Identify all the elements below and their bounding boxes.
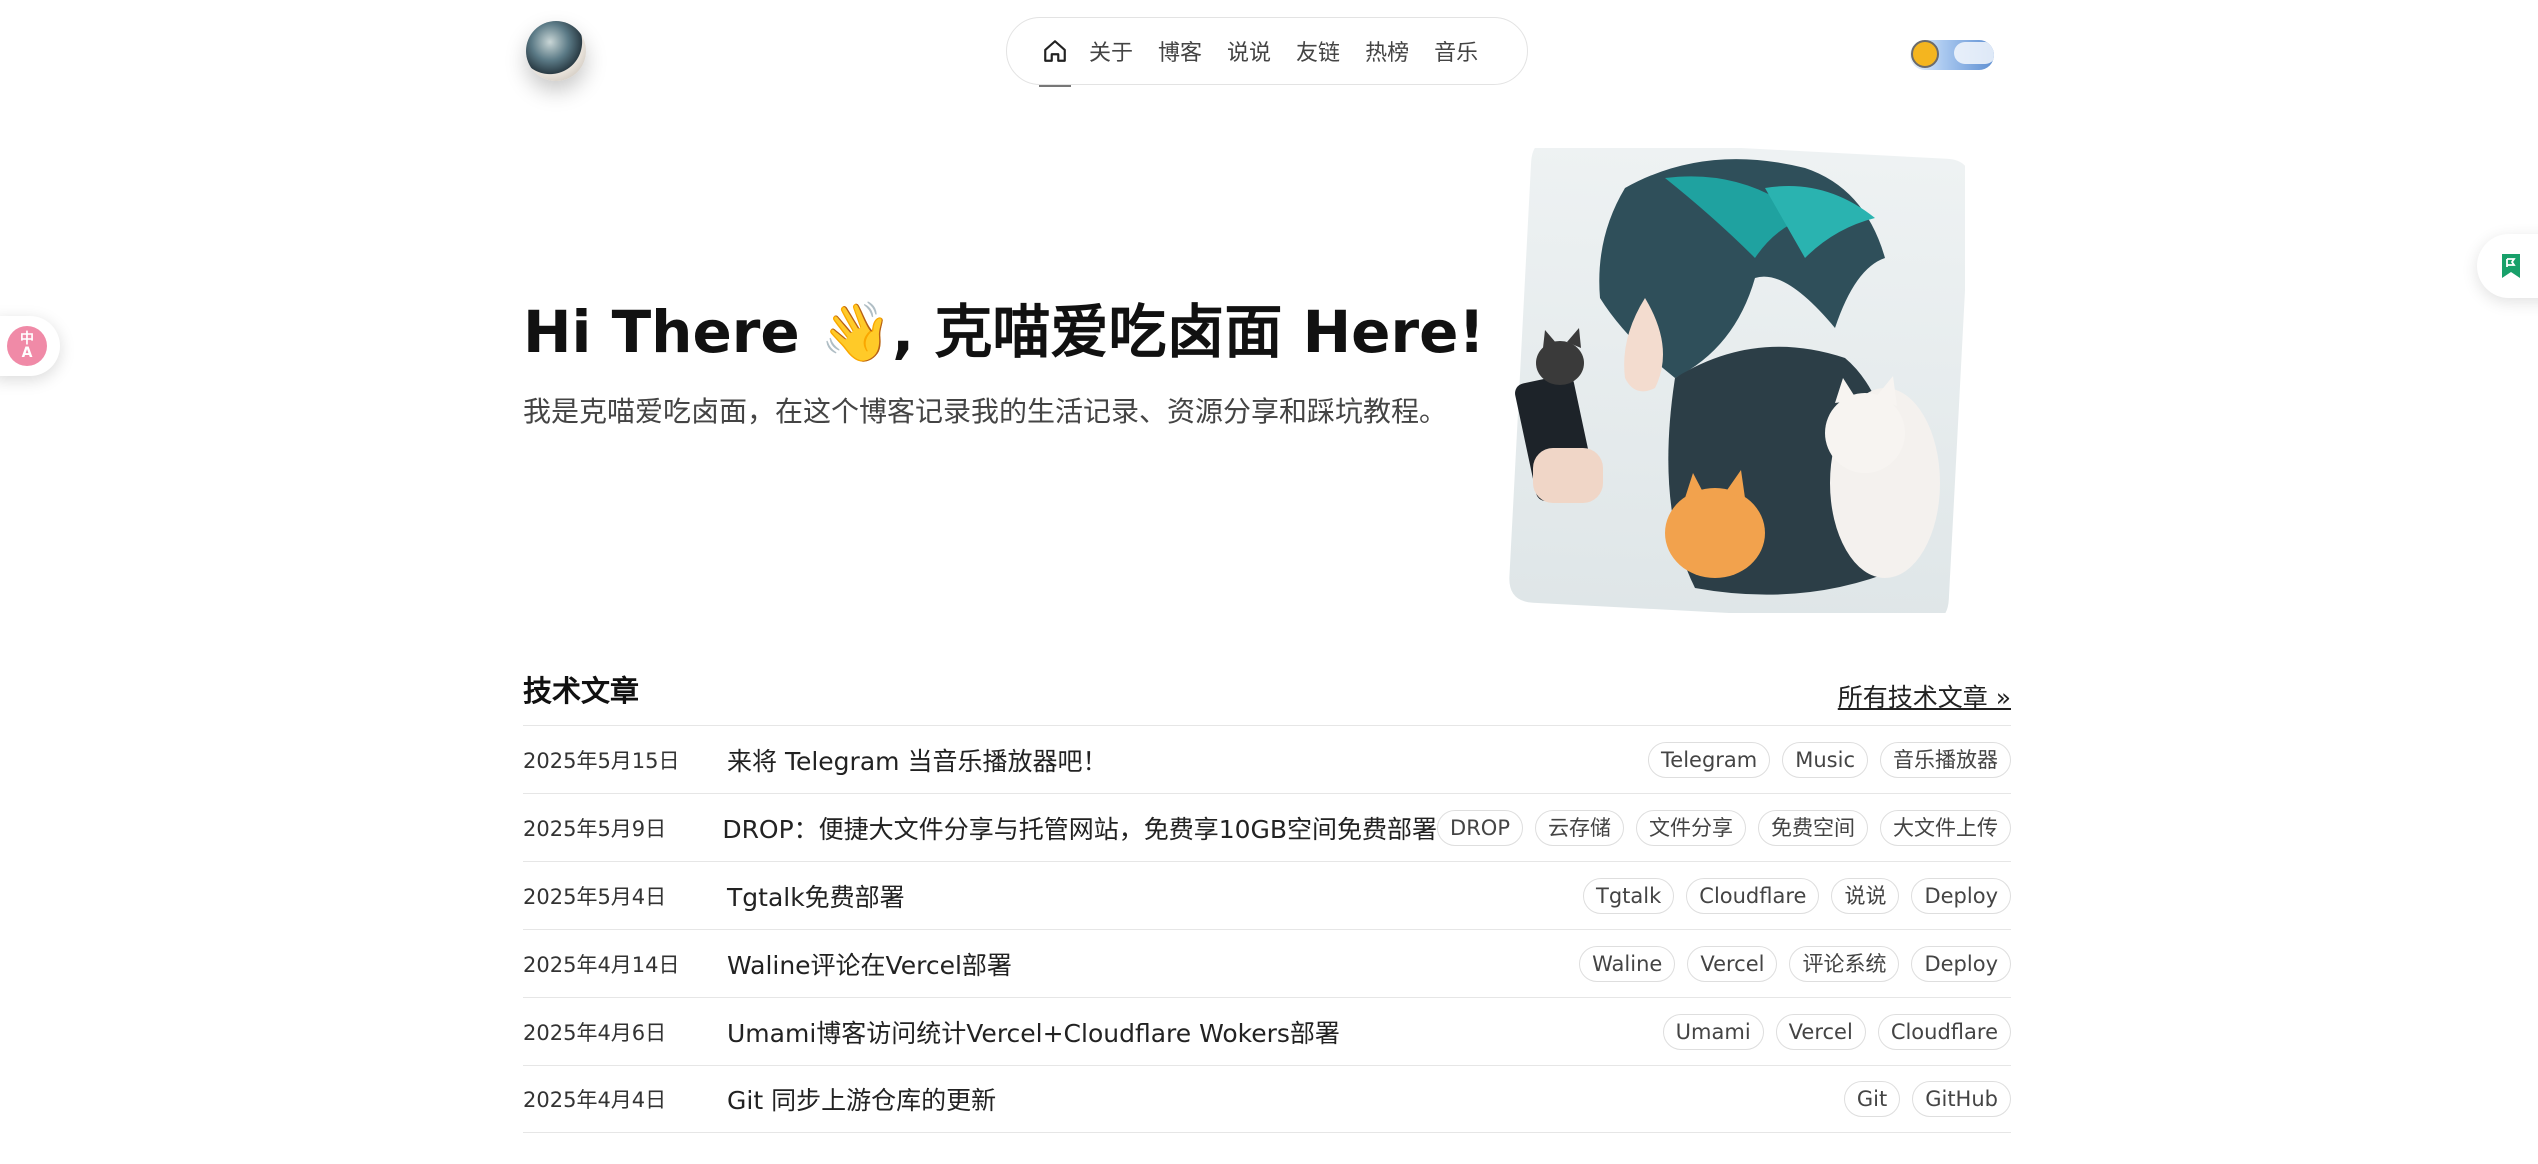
sun-icon [1911,40,1939,68]
article-title[interactable]: Tgtalk免费部署 [727,878,1583,914]
article-tags: Waline Vercel 评论系统 Deploy [1579,945,2011,982]
all-articles-link[interactable]: 所有技术文章 » [1838,678,2011,714]
site-avatar[interactable] [526,21,586,81]
article-title[interactable]: Umami博客访问统计Vercel+Cloudflare Wokers部署 [727,1014,1663,1050]
tag[interactable]: 评论系统 [1789,945,1900,982]
article-date: 2025年5月4日 [523,884,667,909]
article-date: 2025年5月15日 [523,748,680,773]
nav-item-blog[interactable]: 博客 [1158,35,1202,67]
hero-title-name: , 克喵爱吃卤面 Here! [892,298,1485,366]
hero-illustration [1509,148,1965,613]
home-icon [1044,40,1066,62]
article-tags: Telegram Music 音乐播放器 [1648,741,2011,778]
tag[interactable]: Git [1843,1081,1901,1117]
tag[interactable]: Cloudflare [1877,1013,2011,1050]
article-date: 2025年4月4日 [523,1088,667,1112]
article-title[interactable]: Git 同步上游仓库的更新 [727,1081,1844,1117]
nav-item-moments[interactable]: 说说 [1227,35,1271,67]
translate-button[interactable]: 中 A [0,316,60,376]
hero-subtitle: 我是克喵爱吃卤面，在这个博客记录我的生活记录、资源分享和踩坑教程。 [523,395,1448,428]
tag[interactable]: Waline [1579,945,1676,982]
hero-title: Hi There 👋, 克喵爱吃卤面 Here! [523,285,1485,369]
tag[interactable]: Deploy [1911,877,2011,914]
article-row[interactable]: 2025年5月15日 来将 Telegram 当音乐播放器吧！ Telegram… [523,725,2011,793]
tag[interactable]: Cloudflare [1686,877,1820,914]
article-title[interactable]: DROP：便捷大文件分享与托管网站，免费享10GB空间免费部署 [722,810,1437,846]
translate-icon-top: 中 [20,331,34,347]
article-row[interactable]: 2025年4月6日 Umami博客访问统计Vercel+Cloudflare W… [523,997,2011,1065]
tag[interactable]: DROP [1437,809,1523,846]
article-row[interactable]: 2025年4月14日 Waline评论在Vercel部署 Waline Verc… [523,929,2011,997]
section-title: 技术文章 [523,674,640,708]
article-tags: Umami Vercel Cloudflare [1662,1013,2011,1050]
tag[interactable]: Deploy [1911,945,2011,982]
article-list: 2025年5月15日 来将 Telegram 当音乐播放器吧！ Telegram… [523,725,2011,1133]
article-date: 2025年4月6日 [523,1020,667,1045]
nav-item-music[interactable]: 音乐 [1434,35,1478,67]
article-tags: DROP 云存储 文件分享 免费空间 大文件上传 [1437,809,2011,846]
tag[interactable]: 音乐播放器 [1880,741,2011,778]
tag[interactable]: GitHub [1912,1081,2011,1117]
tag[interactable]: 文件分享 [1636,809,1746,846]
nav-home[interactable] [1035,17,1075,87]
article-row[interactable]: 2025年4月4日 Git 同步上游仓库的更新 Git GitHub [523,1065,2011,1133]
tag[interactable]: Vercel [1775,1013,1866,1050]
waving-hand-icon: 👋 [819,298,893,366]
tag[interactable]: Vercel [1687,945,1778,982]
nav-item-about[interactable]: 关于 [1089,35,1133,67]
article-title[interactable]: Waline评论在Vercel部署 [727,946,1579,982]
tag[interactable]: Music [1782,741,1868,778]
bookmark-button[interactable] [2477,234,2538,298]
article-title[interactable]: 来将 Telegram 当音乐播放器吧！ [727,742,1648,778]
article-row[interactable]: 2025年5月9日 DROP：便捷大文件分享与托管网站，免费享10GB空间免费部… [523,793,2011,861]
tag[interactable]: Telegram [1648,741,1771,778]
article-row[interactable]: 2025年5月4日 Tgtalk免费部署 Tgtalk Cloudflare 说… [523,861,2011,929]
translate-icon: 中 A [7,326,47,366]
article-tags: Tgtalk Cloudflare 说说 Deploy [1583,877,2011,914]
tag[interactable]: 免费空间 [1758,809,1868,846]
article-tags: Git GitHub [1843,1081,2011,1117]
tag[interactable]: Umami [1662,1013,1764,1050]
article-date: 2025年5月9日 [523,816,667,841]
tag[interactable]: 大文件上传 [1880,809,2011,846]
article-date: 2025年4月14日 [523,952,680,977]
main-nav: 关于 博客 说说 友链 热榜 音乐 [1006,17,1528,87]
tag[interactable]: Tgtalk [1583,877,1675,914]
nav-item-trending[interactable]: 热榜 [1365,35,1409,67]
nav-item-friends[interactable]: 友链 [1296,35,1340,67]
bookmark-icon [2502,254,2520,278]
hero-title-greeting: Hi There [523,298,820,366]
tag[interactable]: 说说 [1831,877,1900,914]
tag[interactable]: 云存储 [1535,809,1624,846]
translate-icon-bottom: A [21,345,33,361]
